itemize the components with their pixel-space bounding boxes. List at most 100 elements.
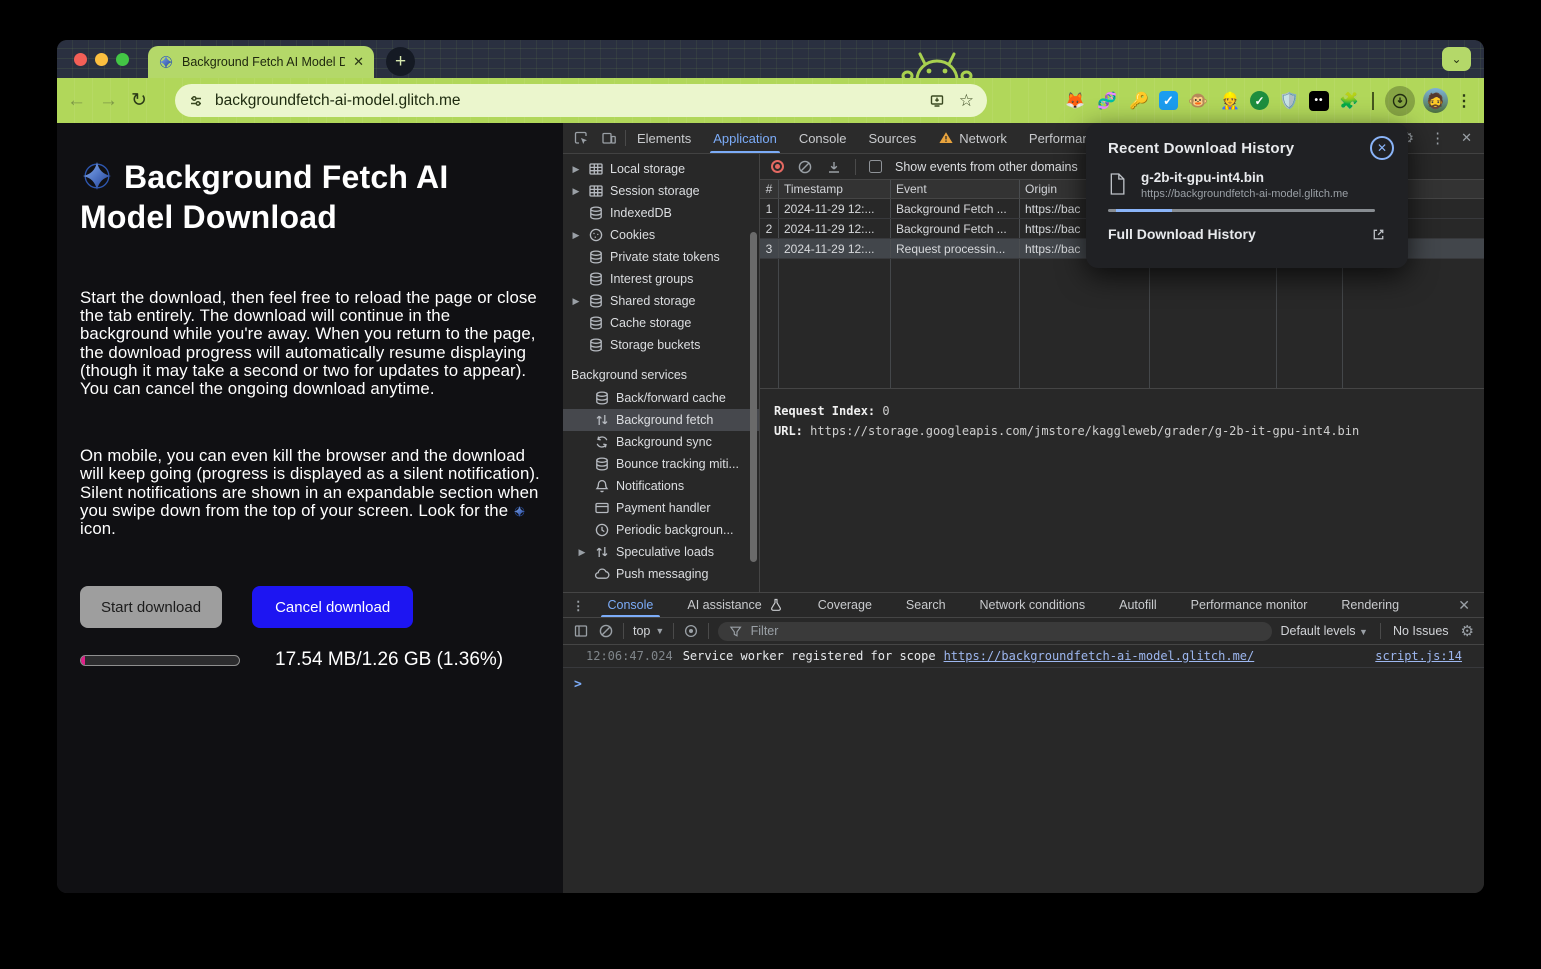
forward-icon[interactable]: → bbox=[99, 90, 118, 112]
drawer-tab-search[interactable]: Search bbox=[889, 593, 963, 617]
builder-extension-icon[interactable]: 👷 bbox=[1218, 89, 1242, 113]
flask-icon bbox=[768, 597, 784, 613]
sidebar-item-notifications[interactable]: Notifications bbox=[563, 475, 759, 497]
device-toolbar-icon[interactable] bbox=[601, 130, 617, 146]
sidebar-item-payment-handler[interactable]: Payment handler bbox=[563, 497, 759, 519]
clear-events-icon[interactable] bbox=[797, 159, 813, 175]
tab-sources[interactable]: Sources bbox=[858, 123, 928, 153]
tab-close-icon[interactable]: ✕ bbox=[353, 54, 364, 70]
default-levels-dropdown[interactable]: Default levels ▼ bbox=[1281, 624, 1368, 638]
tab-network[interactable]: Network bbox=[927, 123, 1018, 153]
new-tab-button[interactable]: + bbox=[386, 47, 415, 76]
expand-caret-icon[interactable]: ▶ bbox=[576, 547, 588, 558]
sidebar-item-indexeddb[interactable]: IndexedDB bbox=[563, 202, 759, 224]
verified-extension-icon[interactable]: ✓ bbox=[1250, 91, 1269, 110]
devtools-close-icon[interactable]: ✕ bbox=[1461, 130, 1472, 146]
url-bar[interactable]: backgroundfetch-ai-model.glitch.me ☆ bbox=[175, 84, 987, 117]
console-source-link[interactable]: script.js:14 bbox=[1375, 649, 1462, 663]
reload-icon[interactable]: ↻ bbox=[131, 89, 147, 112]
key-extension-icon[interactable]: 🔑 bbox=[1127, 89, 1151, 113]
drawer-tab-rendering[interactable]: Rendering bbox=[1324, 593, 1416, 617]
sidebar-item-periodic-background-sync[interactable]: Periodic backgroun... bbox=[563, 519, 759, 541]
sidebar-item-bounce-tracking[interactable]: Bounce tracking miti... bbox=[563, 453, 759, 475]
sidebar-item-back-forward-cache[interactable]: Back/forward cache bbox=[563, 387, 759, 409]
expand-caret-icon[interactable]: ▶ bbox=[570, 296, 582, 307]
show-events-checkbox[interactable] bbox=[869, 160, 882, 173]
drawer-tab-ai-assistance[interactable]: AI assistance bbox=[670, 593, 800, 617]
live-expression-eye-icon[interactable] bbox=[683, 623, 699, 639]
chevron-down-icon: ▼ bbox=[1359, 627, 1368, 637]
sidebar-item-storage-buckets[interactable]: Storage buckets bbox=[563, 334, 759, 356]
console-filter[interactable] bbox=[718, 622, 1271, 641]
url-text[interactable]: backgroundfetch-ai-model.glitch.me bbox=[215, 92, 918, 110]
fox-extension-icon[interactable]: 🦊 bbox=[1063, 89, 1087, 113]
tab-search-chevron-icon[interactable]: ⌄ bbox=[1442, 47, 1471, 71]
sidebar-item-background-fetch[interactable]: Background fetch bbox=[563, 409, 759, 431]
issues-counter[interactable]: No Issues bbox=[1393, 624, 1449, 638]
console-sidebar-toggle-icon[interactable] bbox=[573, 623, 589, 639]
record-events-button[interactable] bbox=[771, 160, 784, 173]
zoom-window-button[interactable] bbox=[116, 53, 129, 66]
col-event[interactable]: Event bbox=[891, 180, 1020, 198]
warning-icon bbox=[938, 130, 954, 146]
console-settings-gear-icon[interactable]: ⚙ bbox=[1461, 622, 1474, 640]
console-drawer: ⋮ Console AI assistance Coverage Search … bbox=[563, 592, 1484, 893]
drawer-tab-network-conditions[interactable]: Network conditions bbox=[963, 593, 1103, 617]
drawer-close-icon[interactable]: ✕ bbox=[1458, 597, 1484, 614]
sidebar-scrollbar[interactable] bbox=[750, 232, 757, 562]
drawer-tab-console[interactable]: Console bbox=[591, 593, 671, 617]
popup-close-icon[interactable]: ✕ bbox=[1370, 136, 1394, 160]
inspect-element-icon[interactable] bbox=[573, 130, 589, 146]
browser-tab[interactable]: Background Fetch AI Model D ✕ bbox=[148, 46, 374, 78]
minimize-window-button[interactable] bbox=[95, 53, 108, 66]
bookmark-star-icon[interactable]: ☆ bbox=[959, 91, 974, 111]
shield-extension-icon[interactable]: 🛡️ bbox=[1277, 89, 1301, 113]
drawer-tab-autofill[interactable]: Autofill bbox=[1102, 593, 1174, 617]
filter-input[interactable] bbox=[751, 624, 1262, 638]
close-window-button[interactable] bbox=[74, 53, 87, 66]
expand-caret-icon[interactable]: ▶ bbox=[570, 230, 582, 241]
col-timestamp[interactable]: Timestamp bbox=[779, 180, 891, 198]
expand-caret-icon[interactable]: ▶ bbox=[570, 164, 582, 175]
sidebar-item-session-storage[interactable]: ▶ Session storage bbox=[563, 180, 759, 202]
sidebar-item-shared-storage[interactable]: ▶ Shared storage bbox=[563, 290, 759, 312]
console-prompt-chevron[interactable]: > bbox=[563, 668, 1484, 692]
console-message-link[interactable]: https://backgroundfetch-ai-model.glitch.… bbox=[944, 649, 1255, 663]
puzzle-extensions-menu-icon[interactable]: 🧩 bbox=[1337, 89, 1361, 113]
robot-extension-icon[interactable]: •• bbox=[1309, 91, 1329, 111]
sidebar-item-local-storage[interactable]: ▶ Local storage bbox=[563, 158, 759, 180]
sidebar-item-cookies[interactable]: ▶ Cookies bbox=[563, 224, 759, 246]
drawer-tab-coverage[interactable]: Coverage bbox=[801, 593, 889, 617]
check-extension-icon[interactable]: ✓ bbox=[1159, 91, 1178, 110]
clear-console-icon[interactable] bbox=[598, 623, 614, 639]
sidebar-item-background-sync[interactable]: Background sync bbox=[563, 431, 759, 453]
start-download-button[interactable]: Start download bbox=[80, 586, 222, 628]
context-selector[interactable]: top▼ bbox=[633, 624, 664, 638]
install-app-icon[interactable] bbox=[929, 93, 945, 109]
expand-caret-icon[interactable]: ▶ bbox=[570, 186, 582, 197]
page-title: Background Fetch AI Model Download bbox=[80, 157, 541, 237]
tab-elements[interactable]: Elements bbox=[626, 123, 702, 153]
drawer-kebab-icon[interactable]: ⋮ bbox=[563, 598, 591, 613]
col-number[interactable]: # bbox=[760, 180, 779, 198]
sidebar-item-cache-storage[interactable]: Cache storage bbox=[563, 312, 759, 334]
sidebar-item-speculative-loads[interactable]: ▶ Speculative loads bbox=[563, 541, 759, 563]
cancel-download-button[interactable]: Cancel download bbox=[252, 586, 413, 628]
browser-menu-kebab-icon[interactable]: ⋮ bbox=[1456, 91, 1472, 111]
profile-avatar[interactable]: 🧔 bbox=[1423, 88, 1448, 113]
monkey-extension-icon[interactable]: 🐵 bbox=[1186, 89, 1210, 113]
back-icon[interactable]: ← bbox=[67, 90, 86, 112]
tab-application[interactable]: Application bbox=[702, 123, 788, 153]
sidebar-item-private-state-tokens[interactable]: Private state tokens bbox=[563, 246, 759, 268]
tab-console[interactable]: Console bbox=[788, 123, 858, 153]
sidebar-item-interest-groups[interactable]: Interest groups bbox=[563, 268, 759, 290]
downloads-button[interactable] bbox=[1385, 86, 1415, 116]
download-item[interactable]: g-2b-it-gpu-int4.bin https://backgroundf… bbox=[1108, 170, 1394, 200]
save-events-icon[interactable] bbox=[826, 159, 842, 175]
devtools-kebab-icon[interactable]: ⋮ bbox=[1430, 129, 1445, 147]
drawer-tab-performance-monitor[interactable]: Performance monitor bbox=[1174, 593, 1325, 617]
tune-icon[interactable] bbox=[188, 93, 204, 109]
layers-extension-icon[interactable]: 🧬 bbox=[1095, 89, 1119, 113]
sidebar-item-push-messaging[interactable]: Push messaging bbox=[563, 563, 759, 585]
full-download-history-row[interactable]: Full Download History bbox=[1108, 226, 1394, 242]
